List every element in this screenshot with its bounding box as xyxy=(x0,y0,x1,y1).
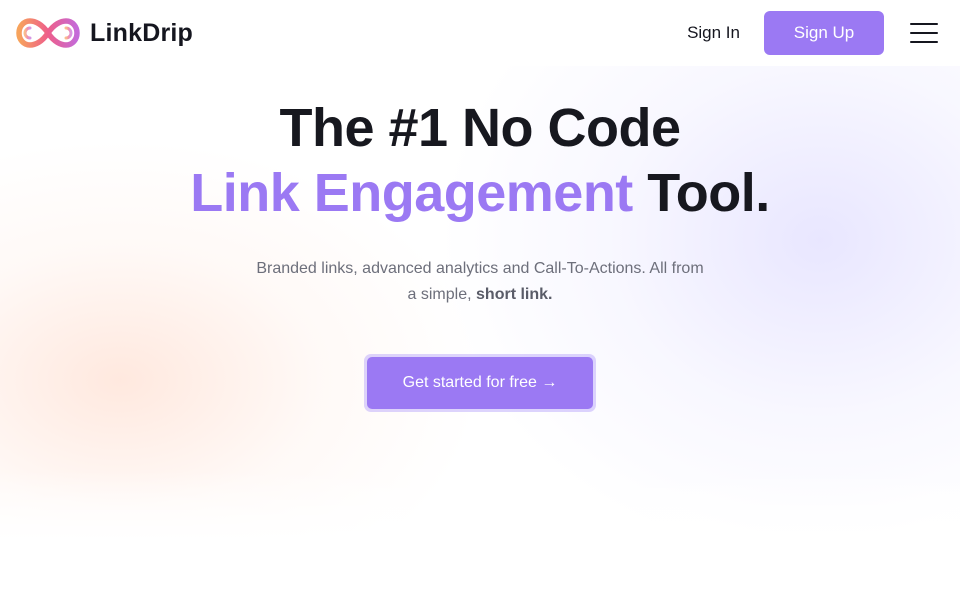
headline-accent: Link Engagement xyxy=(190,163,633,223)
site-header: LinkDrip Sign In Sign Up xyxy=(0,0,960,66)
headline-line-1: The #1 No Code xyxy=(279,98,681,158)
infinity-link-icon xyxy=(16,18,80,48)
background-fade xyxy=(0,470,960,600)
hero-section: The #1 No Code Link Engagement Tool. Bra… xyxy=(0,96,960,412)
hero-headline: The #1 No Code Link Engagement Tool. xyxy=(0,96,960,226)
cta-button-ring: Get started for free → xyxy=(364,354,596,412)
menu-line xyxy=(910,32,938,34)
menu-line xyxy=(910,23,938,25)
landing-page: LinkDrip Sign In Sign Up The #1 No Code … xyxy=(0,0,960,600)
headline-end: Tool. xyxy=(647,163,770,223)
header-nav: Sign In Sign Up xyxy=(687,11,938,55)
sign-in-button[interactable]: Sign In xyxy=(687,23,740,43)
brand-name: LinkDrip xyxy=(90,18,193,47)
sign-up-button[interactable]: Sign Up xyxy=(764,11,884,55)
subtext-bold: short link. xyxy=(476,286,553,303)
get-started-button[interactable]: Get started for free → xyxy=(367,357,593,409)
brand-logo-link[interactable]: LinkDrip xyxy=(16,16,193,50)
hamburger-menu-icon[interactable] xyxy=(910,23,938,43)
menu-line xyxy=(910,41,938,43)
hero-subtext: Branded links, advanced analytics and Ca… xyxy=(250,256,710,308)
